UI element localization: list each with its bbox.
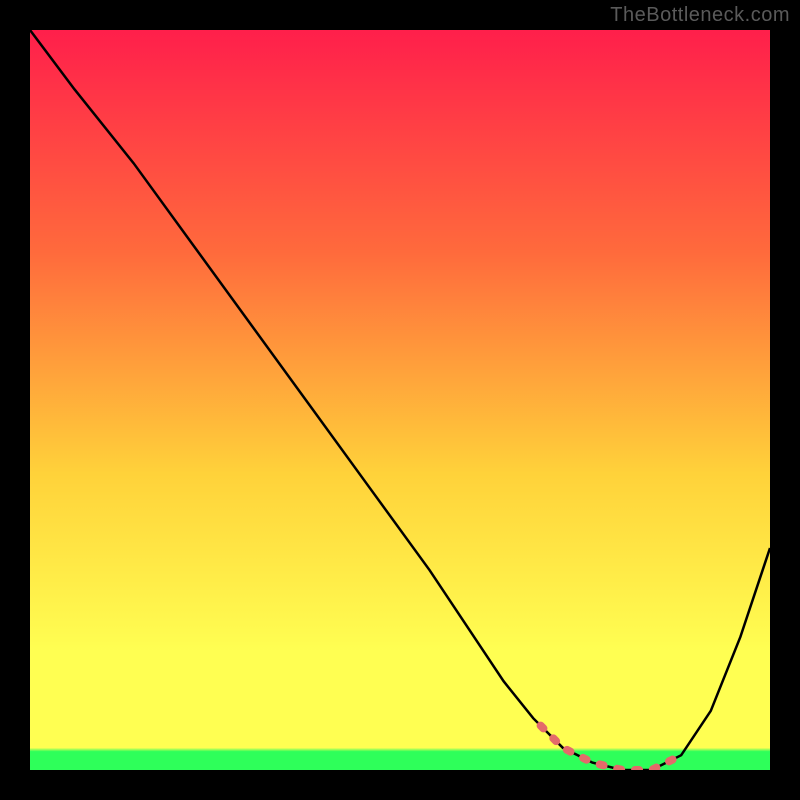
- gradient-background: [30, 30, 770, 770]
- chart-frame: TheBottleneck.com: [0, 0, 800, 800]
- chart-svg: [30, 30, 770, 770]
- plot-area: [30, 30, 770, 770]
- watermark-text: TheBottleneck.com: [610, 4, 790, 27]
